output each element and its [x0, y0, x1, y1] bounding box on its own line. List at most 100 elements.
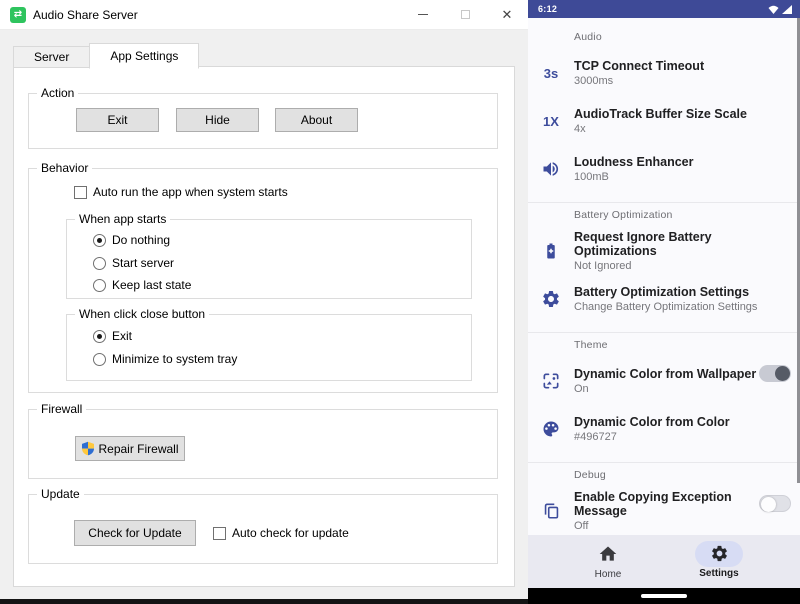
nav-home[interactable]: Home — [568, 535, 648, 588]
repair-firewall-label: Repair Firewall — [98, 442, 178, 456]
radio-do-nothing-row[interactable]: Do nothing — [93, 233, 170, 247]
setting-loudness-enhancer[interactable]: Loudness Enhancer 100mB — [528, 149, 800, 189]
setting-value: Off — [574, 520, 760, 532]
auto-check-checkbox-row[interactable]: Auto check for update — [213, 526, 349, 540]
section-divider — [528, 462, 800, 463]
tab-bar: Server App Settings — [13, 43, 199, 68]
1x-text-icon: 1X — [543, 114, 559, 129]
autorun-checkbox-row[interactable]: Auto run the app when system starts — [74, 185, 288, 199]
radio-keep-last-state-row[interactable]: Keep last state — [93, 278, 191, 292]
audio-share-server-window: ⇄ Audio Share Server ✕ Server App Settin… — [0, 0, 528, 604]
setting-title: AudioTrack Buffer Size Scale — [574, 107, 760, 121]
firewall-group: Firewall Repair Firewall — [28, 409, 498, 479]
setting-audiotrack-buffer-scale[interactable]: 1X AudioTrack Buffer Size Scale 4x — [528, 101, 800, 141]
section-divider — [528, 202, 800, 203]
window-titlebar[interactable]: ⇄ Audio Share Server ✕ — [0, 0, 528, 30]
close-icon: ✕ — [502, 8, 513, 21]
audio-share-android-settings-screen: 6:12 Audio 3s TCP Connect Timeout 3000ms… — [528, 0, 800, 604]
radio-minimize-tray[interactable] — [93, 353, 106, 366]
gesture-pill-icon[interactable] — [641, 594, 687, 598]
behavior-group-legend: Behavior — [37, 161, 92, 176]
maximize-icon — [461, 10, 470, 19]
radio-start-server[interactable] — [93, 257, 106, 270]
behavior-group: Behavior Auto run the app when system st… — [28, 168, 498, 393]
setting-value: 4x — [574, 123, 760, 135]
window-bottom-edge — [0, 599, 528, 604]
when-app-starts-group: When app starts Do nothing Start server … — [66, 219, 472, 299]
auto-check-label: Auto check for update — [232, 526, 349, 540]
radio-close-exit-label: Exit — [112, 329, 132, 343]
nav-settings[interactable]: Settings — [679, 535, 759, 588]
setting-tcp-connect-timeout[interactable]: 3s TCP Connect Timeout 3000ms — [528, 53, 800, 93]
section-header-theme: Theme — [574, 339, 608, 351]
nav-settings-label: Settings — [699, 568, 738, 579]
exit-button[interactable]: Exit — [76, 108, 159, 132]
speaker-icon — [541, 159, 561, 179]
maximize-button[interactable] — [444, 0, 486, 29]
setting-battery-optimization-settings[interactable]: Battery Optimization Settings Change Bat… — [528, 279, 800, 319]
firewall-group-legend: Firewall — [37, 402, 86, 417]
action-group-legend: Action — [37, 86, 78, 101]
auto-check-checkbox[interactable] — [213, 527, 226, 540]
setting-title: Dynamic Color from Wallpaper — [574, 367, 760, 381]
radio-start-server-label: Start server — [112, 256, 174, 270]
setting-title: Loudness Enhancer — [574, 155, 760, 169]
status-icons — [768, 5, 792, 14]
battery-plus-icon — [542, 241, 560, 261]
uac-shield-icon — [81, 441, 95, 456]
minimize-button[interactable] — [402, 0, 444, 29]
toggle-thumb — [775, 366, 790, 381]
setting-dynamic-color-wallpaper[interactable]: Dynamic Color from Wallpaper On — [528, 361, 800, 401]
tab-server[interactable]: Server — [13, 46, 90, 68]
section-header-battery: Battery Optimization — [574, 209, 673, 221]
radio-do-nothing[interactable] — [93, 234, 106, 247]
tab-app-settings[interactable]: App Settings — [89, 43, 199, 69]
setting-enable-copy-exception[interactable]: Enable Copying Exception Message Off — [528, 491, 800, 531]
copy-exception-toggle[interactable] — [759, 495, 791, 512]
bottom-nav-bar: Home Settings — [528, 535, 800, 588]
setting-title: Request Ignore Battery Optimizations — [574, 230, 760, 258]
autorun-label: Auto run the app when system starts — [93, 185, 288, 199]
screenshot: ⇄ Audio Share Server ✕ Server App Settin… — [0, 0, 800, 604]
minimize-icon — [418, 14, 428, 15]
nav-home-label: Home — [595, 569, 622, 580]
setting-title: Dynamic Color from Color — [574, 415, 760, 429]
radio-start-server-row[interactable]: Start server — [93, 256, 174, 270]
radio-close-exit[interactable] — [93, 330, 106, 343]
radio-minimize-tray-row[interactable]: Minimize to system tray — [93, 352, 237, 366]
section-header-audio: Audio — [574, 31, 602, 43]
setting-title: Enable Copying Exception Message — [574, 490, 760, 518]
check-for-update-button[interactable]: Check for Update — [74, 520, 196, 546]
gear-icon — [541, 289, 561, 309]
update-group-legend: Update — [37, 487, 84, 502]
autorun-checkbox[interactable] — [74, 186, 87, 199]
radio-minimize-tray-label: Minimize to system tray — [112, 352, 237, 366]
window-controls: ✕ — [402, 0, 528, 29]
about-button[interactable]: About — [275, 108, 358, 132]
action-group: Action Exit Hide About — [28, 93, 498, 149]
toggle-thumb — [761, 497, 776, 512]
repair-firewall-button[interactable]: Repair Firewall — [75, 436, 185, 461]
radio-close-exit-row[interactable]: Exit — [93, 329, 132, 343]
section-divider — [528, 332, 800, 333]
dynamic-color-wallpaper-toggle[interactable] — [759, 365, 791, 382]
home-icon — [598, 544, 618, 564]
update-group: Update Check for Update Auto check for u… — [28, 494, 498, 564]
when-close-legend: When click close button — [75, 307, 209, 322]
setting-value: Not Ignored — [574, 260, 760, 272]
setting-request-ignore-battery[interactable]: Request Ignore Battery Optimizations Not… — [528, 231, 800, 271]
setting-dynamic-color-from-color[interactable]: Dynamic Color from Color #496727 — [528, 409, 800, 449]
setting-title: TCP Connect Timeout — [574, 59, 760, 73]
3s-text-icon: 3s — [544, 66, 558, 81]
radio-keep-last-state[interactable] — [93, 279, 106, 292]
hide-button[interactable]: Hide — [176, 108, 259, 132]
radio-keep-last-state-label: Keep last state — [112, 278, 191, 292]
palette-icon — [541, 419, 561, 439]
setting-value: On — [574, 383, 760, 395]
setting-value: Change Battery Optimization Settings — [574, 301, 760, 313]
cellular-signal-icon — [782, 5, 792, 14]
setting-value: 3000ms — [574, 75, 760, 87]
copy-icon — [542, 501, 561, 521]
section-header-debug: Debug — [574, 469, 606, 481]
close-button[interactable]: ✕ — [486, 0, 528, 29]
